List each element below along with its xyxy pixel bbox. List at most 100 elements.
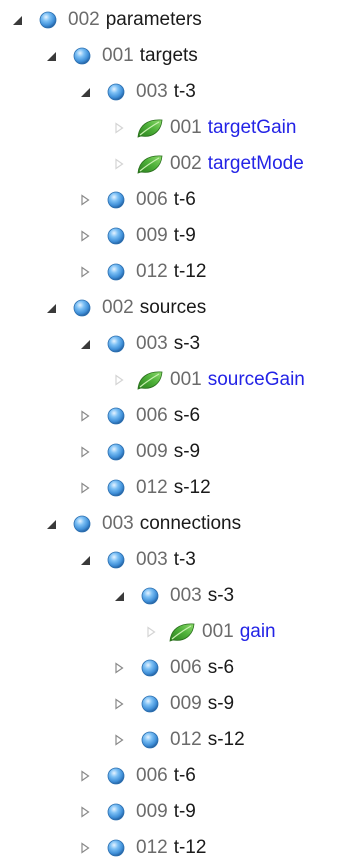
tree-node[interactable]: 003 connections [0, 506, 347, 542]
tree-node[interactable]: 002 sources [0, 290, 347, 326]
blue-sphere-icon [136, 584, 164, 608]
expanded-arrow-icon[interactable] [40, 513, 62, 535]
node-label: s-12 [173, 477, 211, 498]
blue-sphere-icon [68, 296, 96, 320]
node-label: t-6 [173, 765, 196, 786]
node-code: 002 [68, 9, 100, 30]
node-label: t-6 [173, 189, 196, 210]
node-code: 001 [202, 621, 234, 642]
leaf-icon [136, 116, 164, 140]
collapsed-arrow-icon[interactable] [74, 405, 96, 427]
blue-sphere-icon [136, 656, 164, 680]
expanded-arrow-icon[interactable] [40, 45, 62, 67]
node-code: 006 [170, 657, 202, 678]
tree-node[interactable]: 012 s-12 [0, 470, 347, 506]
node-label: s-6 [207, 657, 235, 678]
node-code: 003 [136, 333, 168, 354]
parameter-node[interactable]: 001 targetGain [0, 110, 347, 146]
node-code: 009 [136, 225, 168, 246]
blue-sphere-icon [102, 800, 130, 824]
tree-node[interactable]: 006 t-6 [0, 758, 347, 794]
parameter-node[interactable]: 001 sourceGain [0, 362, 347, 398]
collapsed-arrow-icon [140, 621, 162, 643]
node-code: 001 [102, 45, 134, 66]
tree-node[interactable]: 006 s-6 [0, 650, 347, 686]
parameter-label: targetMode [207, 153, 304, 174]
collapsed-arrow-icon[interactable] [74, 441, 96, 463]
blue-sphere-icon [102, 440, 130, 464]
parameter-label: gain [239, 621, 276, 642]
blue-sphere-icon [102, 476, 130, 500]
node-code: 003 [136, 549, 168, 570]
collapsed-arrow-icon [108, 369, 130, 391]
expanded-arrow-icon[interactable] [108, 585, 130, 607]
node-label: t-3 [173, 549, 196, 570]
node-code: 006 [136, 189, 168, 210]
blue-sphere-icon [102, 188, 130, 212]
leaf-icon [136, 152, 164, 176]
node-code: 012 [136, 261, 168, 282]
tree-node[interactable]: 003 s-3 [0, 326, 347, 362]
tree-node[interactable]: 002 parameters [0, 2, 347, 38]
tree-node[interactable]: 006 s-6 [0, 398, 347, 434]
node-code: 003 [102, 513, 134, 534]
tree-node[interactable]: 009 s-9 [0, 686, 347, 722]
node-code: 003 [136, 81, 168, 102]
node-code: 006 [136, 405, 168, 426]
collapsed-arrow-icon[interactable] [74, 801, 96, 823]
collapsed-arrow-icon[interactable] [108, 657, 130, 679]
node-code: 002 [170, 153, 202, 174]
node-code: 001 [170, 369, 202, 390]
tree-node[interactable]: 012 t-12 [0, 254, 347, 290]
node-label: s-3 [173, 333, 201, 354]
expanded-arrow-icon[interactable] [74, 81, 96, 103]
parameter-label: sourceGain [207, 369, 305, 390]
parameter-node[interactable]: 002 targetMode [0, 146, 347, 182]
tree-node[interactable]: 006 t-6 [0, 182, 347, 218]
leaf-icon [136, 368, 164, 392]
blue-sphere-icon [34, 8, 62, 32]
node-code: 009 [136, 441, 168, 462]
parameter-label: targetGain [207, 117, 297, 138]
node-label: t-12 [173, 837, 207, 858]
node-code: 012 [136, 477, 168, 498]
collapsed-arrow-icon [108, 117, 130, 139]
node-label: s-12 [207, 729, 245, 750]
collapsed-arrow-icon[interactable] [74, 837, 96, 859]
node-label: connections [139, 513, 242, 534]
collapsed-arrow-icon [108, 153, 130, 175]
tree-node[interactable]: 003 t-3 [0, 74, 347, 110]
tree-node[interactable]: 003 t-3 [0, 542, 347, 578]
blue-sphere-icon [102, 764, 130, 788]
tree-node[interactable]: 009 s-9 [0, 434, 347, 470]
collapsed-arrow-icon[interactable] [108, 693, 130, 715]
tree-node[interactable]: 003 s-3 [0, 578, 347, 614]
collapsed-arrow-icon[interactable] [74, 477, 96, 499]
tree-node[interactable]: 009 t-9 [0, 218, 347, 254]
node-label: targets [139, 45, 198, 66]
collapsed-arrow-icon[interactable] [74, 261, 96, 283]
tree-node[interactable]: 001 targets [0, 38, 347, 74]
leaf-icon [168, 620, 196, 644]
expanded-arrow-icon[interactable] [6, 9, 28, 31]
node-code: 012 [136, 837, 168, 858]
node-code: 009 [136, 801, 168, 822]
collapsed-arrow-icon[interactable] [74, 189, 96, 211]
parameter-node[interactable]: 001 gain [0, 614, 347, 650]
node-code: 001 [170, 117, 202, 138]
expanded-arrow-icon[interactable] [40, 297, 62, 319]
collapsed-arrow-icon[interactable] [108, 729, 130, 751]
tree-node[interactable]: 012 s-12 [0, 722, 347, 758]
collapsed-arrow-icon[interactable] [74, 765, 96, 787]
node-label: sources [139, 297, 207, 318]
expanded-arrow-icon[interactable] [74, 333, 96, 355]
expanded-arrow-icon[interactable] [74, 549, 96, 571]
blue-sphere-icon [68, 44, 96, 68]
tree-node[interactable]: 012 t-12 [0, 830, 347, 866]
collapsed-arrow-icon[interactable] [74, 225, 96, 247]
node-label: s-6 [173, 405, 201, 426]
tree-node[interactable]: 009 t-9 [0, 794, 347, 830]
node-label: t-9 [173, 801, 196, 822]
node-label: s-9 [207, 693, 235, 714]
node-code: 006 [136, 765, 168, 786]
